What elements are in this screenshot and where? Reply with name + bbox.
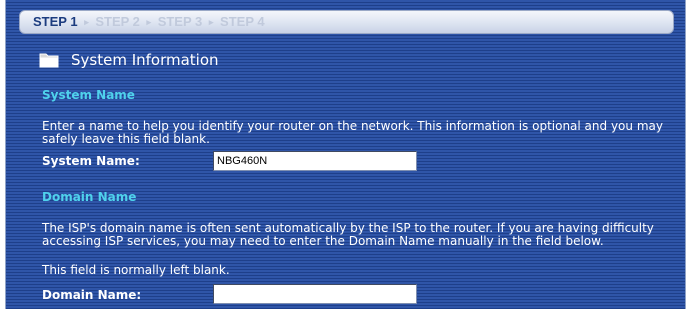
system-name-label: System Name: xyxy=(42,154,140,168)
system-name-heading: System Name xyxy=(42,88,135,102)
domain-name-input[interactable] xyxy=(213,284,417,304)
page-title: System Information xyxy=(71,51,219,69)
step-separator-icon: ▸ xyxy=(208,17,214,27)
folder-icon xyxy=(39,53,59,68)
system-name-description: Enter a name to help you identify your r… xyxy=(42,119,663,146)
domain-name-heading: Domain Name xyxy=(42,190,137,204)
step-4-label: STEP 4 xyxy=(220,14,265,29)
domain-name-note: This field is normally left blank. xyxy=(42,263,230,277)
step-separator-icon: ▸ xyxy=(84,17,89,27)
step-3-label: STEP 3 xyxy=(157,14,203,29)
step-separator-icon: ▸ xyxy=(146,17,152,27)
wizard-step-bar: STEP 1 ▸ STEP 2 ▸ STEP 3 ▸ STEP 4 xyxy=(19,10,674,34)
section-header: System Information xyxy=(39,49,219,71)
step-2-label: STEP 2 xyxy=(95,14,140,29)
domain-name-description: The ISP's domain name is often sent auto… xyxy=(42,221,654,248)
domain-name-label: Domain Name: xyxy=(42,288,142,302)
system-name-input[interactable] xyxy=(213,151,417,171)
setup-wizard-panel: STEP 1 ▸ STEP 2 ▸ STEP 3 ▸ STEP 4 System… xyxy=(5,0,686,309)
step-1-label: STEP 1 xyxy=(33,14,78,29)
